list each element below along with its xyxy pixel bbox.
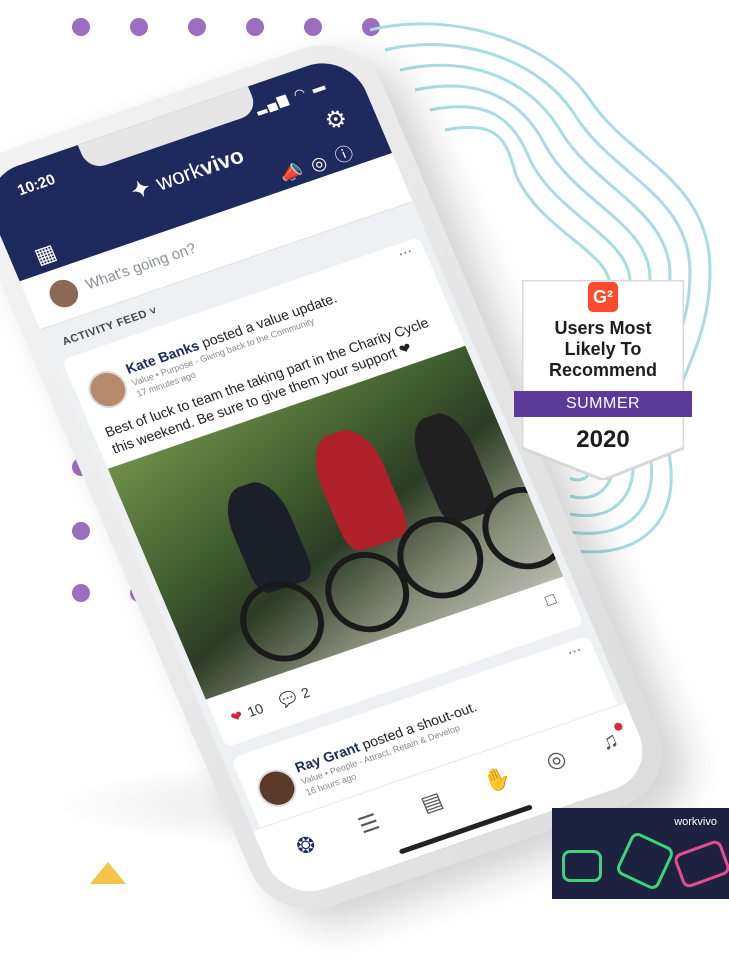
decor-shape <box>614 830 676 892</box>
newspaper-icon[interactable]: ▤ <box>417 787 447 818</box>
badge-season-ribbon: SUMMER <box>514 391 692 417</box>
notification-dot <box>612 721 624 732</box>
like-count: 10 <box>244 700 266 720</box>
gear-icon[interactable]: ⚙ <box>320 103 352 137</box>
decor-shape <box>562 850 602 882</box>
bookmark-icon[interactable]: □ <box>543 591 559 611</box>
badge-year: 2020 <box>576 426 630 453</box>
g2-logo: G² <box>588 282 618 312</box>
avatar[interactable] <box>251 764 303 812</box>
more-icon[interactable]: ⋯ <box>395 243 415 263</box>
high-five-icon[interactable]: ✋ <box>479 763 515 796</box>
comment-count: 2 <box>298 684 313 702</box>
rider <box>303 422 413 555</box>
dot <box>72 18 90 36</box>
layers-icon[interactable]: ☰ <box>355 809 384 839</box>
post-action: posted a value update. <box>199 289 340 351</box>
yellow-chevron-decor <box>90 862 126 884</box>
badge-title-line: Users Most <box>554 318 652 338</box>
home-indicator <box>398 804 533 855</box>
rider <box>216 475 317 597</box>
grid-icon[interactable]: ▦ <box>31 239 61 270</box>
badge-title-line: Recommend <box>548 360 658 380</box>
status-time: 10:20 <box>14 171 58 200</box>
avatar[interactable] <box>82 365 134 414</box>
comment-icon[interactable]: 💬 <box>277 689 300 709</box>
avatar <box>45 276 83 312</box>
badge-title-line: Likely To <box>564 339 642 359</box>
logo-mark-icon: ✦ <box>127 174 155 204</box>
status-icons: ▂▄▆ ◠ ▬ <box>252 77 330 116</box>
bike-wheel <box>227 570 337 673</box>
logo-word-bold: vivo <box>196 142 248 181</box>
bell-icon[interactable]: ♫ <box>597 727 623 756</box>
target-icon[interactable]: ◎ <box>542 745 570 775</box>
home-wheel-icon[interactable]: ❂ <box>292 831 320 861</box>
g2-award-badge: G² Users Most Likely To Recommend SUMMER… <box>514 280 692 480</box>
dot <box>130 18 148 36</box>
workvivo-logo: ✦workvivo <box>127 143 248 205</box>
badge-title: Users Most Likely To Recommend <box>522 318 684 381</box>
more-icon[interactable]: ⋯ <box>564 641 584 661</box>
paper-plane-icon <box>672 838 729 890</box>
workvivo-promo-thumbnail: workvivo <box>552 808 729 899</box>
dot <box>188 18 206 36</box>
dot <box>246 18 264 36</box>
heart-icon[interactable]: ❤ <box>228 707 245 726</box>
post-reactions: ❤10 💬2 <box>228 684 313 727</box>
thumbnail-brand: workvivo <box>674 816 717 828</box>
